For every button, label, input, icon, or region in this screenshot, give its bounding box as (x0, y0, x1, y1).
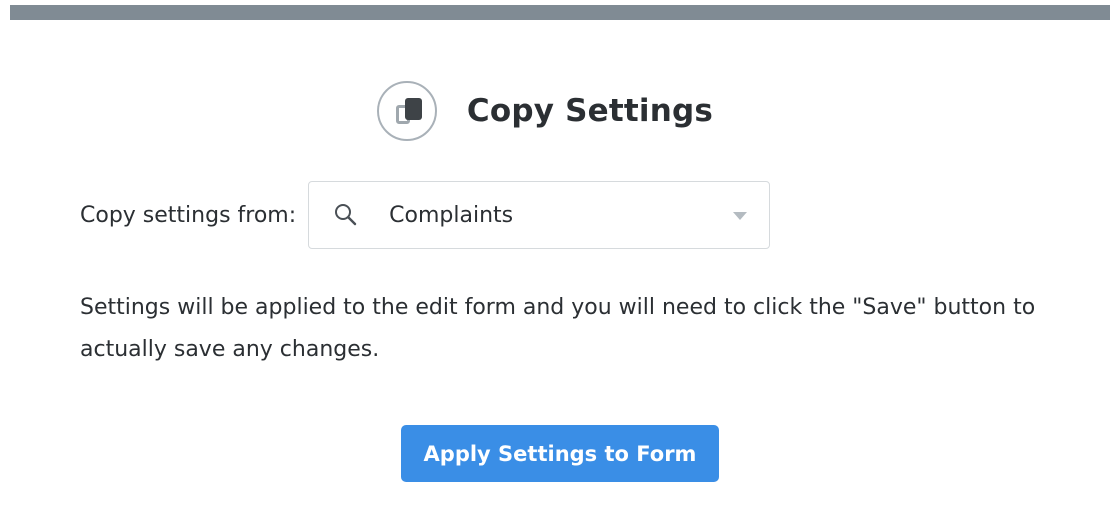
copy-from-selected-value: Complaints (389, 202, 514, 228)
top-divider-bar (10, 5, 1110, 20)
dialog-title: Copy Settings (466, 93, 714, 129)
search-icon (335, 204, 357, 226)
copy-from-row: Copy settings from: Complaints (80, 180, 771, 250)
copy-from-select[interactable]: Complaints (308, 181, 771, 249)
copy-icon-front-sheet (404, 98, 422, 120)
apply-settings-button[interactable]: Apply Settings to Form (401, 425, 719, 482)
info-message: Settings will be applied to the edit for… (80, 295, 1036, 362)
dialog-header: Copy Settings (0, 80, 1110, 142)
copy-from-label: Copy settings from: (80, 202, 297, 228)
copy-icon (376, 81, 437, 141)
caret-down-icon[interactable] (733, 212, 748, 220)
